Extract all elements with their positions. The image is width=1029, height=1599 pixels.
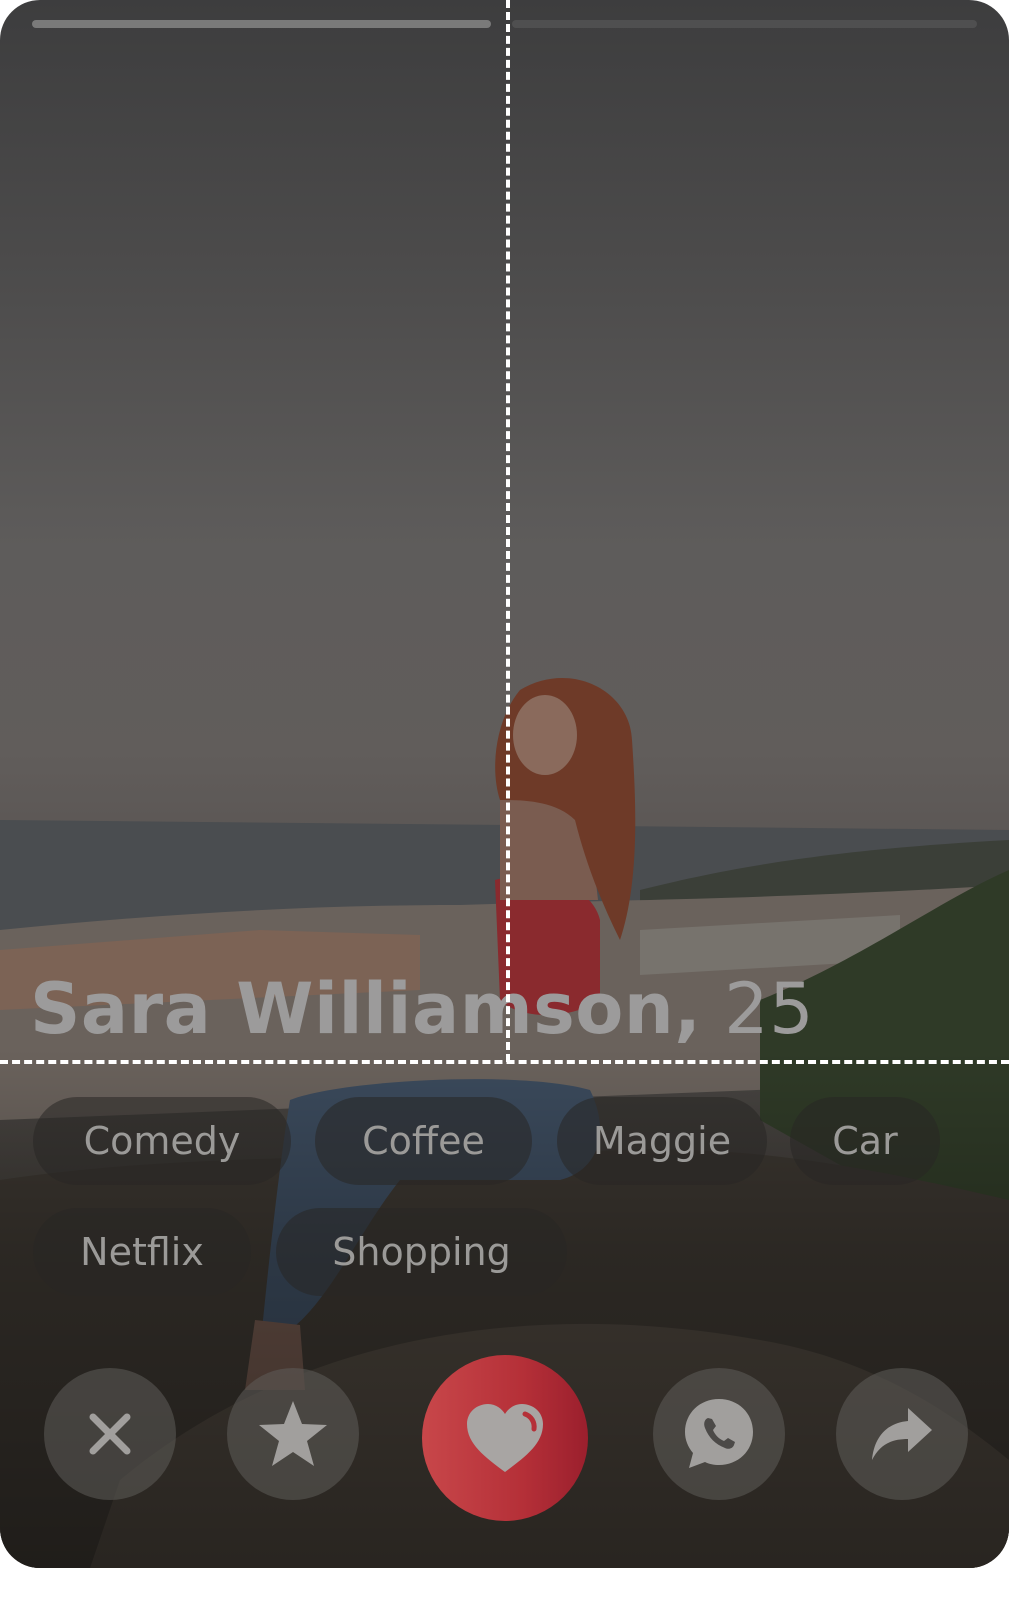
photo-progress-segment-1: [32, 20, 491, 28]
interest-chip-label: Shopping: [332, 1230, 511, 1274]
share-button[interactable]: [836, 1368, 968, 1500]
interest-chip-label: Coffee: [362, 1119, 485, 1163]
chat-button[interactable]: [653, 1368, 785, 1500]
like-button[interactable]: [422, 1355, 588, 1521]
interest-chip-label: Comedy: [83, 1119, 241, 1163]
interest-chip-comedy[interactable]: Comedy: [33, 1097, 291, 1185]
dismiss-button[interactable]: [44, 1368, 176, 1500]
guide-line-vertical: [506, 0, 510, 1062]
interest-chip-coffee[interactable]: Coffee: [315, 1097, 532, 1185]
share-icon: [872, 1408, 932, 1460]
guide-line-horizontal: [0, 1060, 1009, 1064]
interest-chip-maggie[interactable]: Maggie: [557, 1097, 767, 1185]
interest-chip-label: Maggie: [592, 1119, 732, 1163]
interest-chip-car[interactable]: Car: [790, 1097, 940, 1185]
profile-name: Sara Williamson,: [30, 968, 702, 1050]
close-icon: [89, 1413, 131, 1455]
profile-card[interactable]: Sara Williamson, 25 Comedy Coffee Maggie…: [0, 0, 1009, 1568]
interest-chip-label: Netflix: [80, 1230, 204, 1274]
interest-chip-netflix[interactable]: Netflix: [33, 1208, 251, 1296]
heart-icon: [467, 1404, 543, 1472]
profile-name-age: Sara Williamson, 25: [30, 968, 814, 1050]
interest-chip-label: Car: [832, 1119, 898, 1163]
phone-chat-icon: [685, 1399, 753, 1468]
profile-age: 25: [724, 968, 815, 1050]
photo-progress-segment-2: [512, 20, 977, 28]
super-like-button[interactable]: [227, 1368, 359, 1500]
star-icon: [259, 1401, 327, 1466]
interest-chip-shopping[interactable]: Shopping: [276, 1208, 567, 1296]
